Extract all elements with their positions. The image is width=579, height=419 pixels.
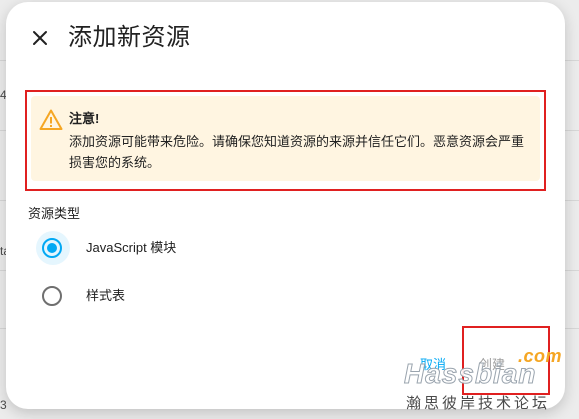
add-resource-dialog: 添加新资源 注意! 添加资源可能带来危险。请确保您知道资源的来源并信任它们。恶意…: [6, 2, 565, 409]
radio-label: 样式表: [86, 288, 126, 303]
radio-option-javascript-module[interactable]: JavaScript 模块: [36, 231, 177, 265]
radio-option-stylesheet[interactable]: 样式表: [36, 281, 125, 311]
radio-button-unchecked[interactable]: [42, 286, 62, 306]
alert-title: 注意!: [69, 111, 100, 126]
warning-icon: [39, 108, 63, 132]
close-icon: [32, 30, 48, 46]
resource-type-label: 资源类型: [28, 206, 81, 221]
radio-label: JavaScript 模块: [86, 240, 177, 255]
close-button[interactable]: [26, 24, 54, 52]
dialog-header: 添加新资源: [6, 2, 565, 74]
annotation-highlight-create: [462, 326, 550, 395]
cancel-button[interactable]: 取消: [420, 356, 446, 374]
radio-button-checked[interactable]: [42, 238, 62, 258]
alert-message: 添加资源可能带来危险。请确保您知道资源的来源并信任它们。恶意资源会严重损害您的系…: [69, 134, 525, 170]
dialog-title: 添加新资源: [68, 24, 191, 51]
dialog-footer: 取消 创建: [6, 326, 565, 402]
page: 4 ta 3 添加新资源 注意! 添加资源可能带来危险。请确保您知道资源的来源并…: [0, 0, 579, 419]
warning-alert: 注意! 添加资源可能带来危险。请确保您知道资源的来源并信任它们。恶意资源会严重损…: [31, 96, 540, 181]
